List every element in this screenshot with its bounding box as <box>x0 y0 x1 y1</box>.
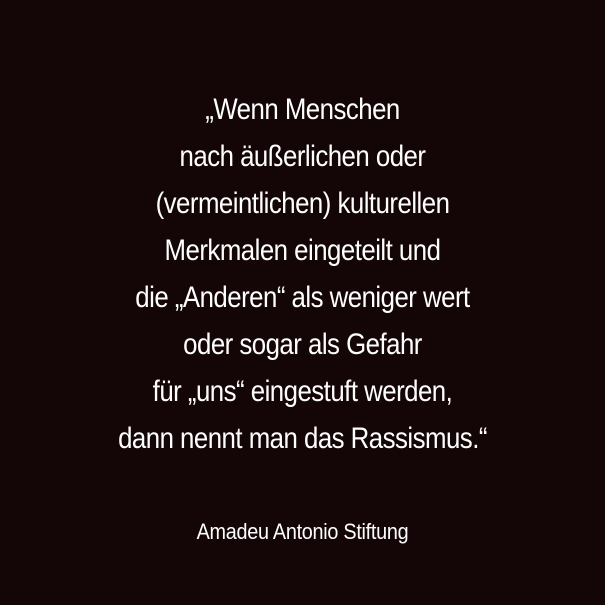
quote-line-4: Merkmalen eingeteilt und <box>164 234 441 267</box>
quote-line-8: dann nennt man das Rassismus.“ <box>118 422 487 455</box>
attribution: Amadeu Antonio Stiftung <box>196 519 409 544</box>
quote-line-3: (vermeintlichen) kulturellen <box>155 187 450 220</box>
quote-line-6: oder sogar als Gefahr <box>183 328 422 361</box>
quote-line-2: nach äußerlichen oder <box>179 140 426 173</box>
quote-text: „Wenn Menschen nach äußerlichen oder (ve… <box>0 86 605 462</box>
quote-line-5: die „Anderen“ als weniger wert <box>135 281 470 314</box>
quote-card: „Wenn Menschen nach äußerlichen oder (ve… <box>0 0 605 605</box>
quote-line-7: für „uns“ eingestuft werden, <box>152 375 453 408</box>
quote-line-1: „Wenn Menschen <box>205 93 400 126</box>
